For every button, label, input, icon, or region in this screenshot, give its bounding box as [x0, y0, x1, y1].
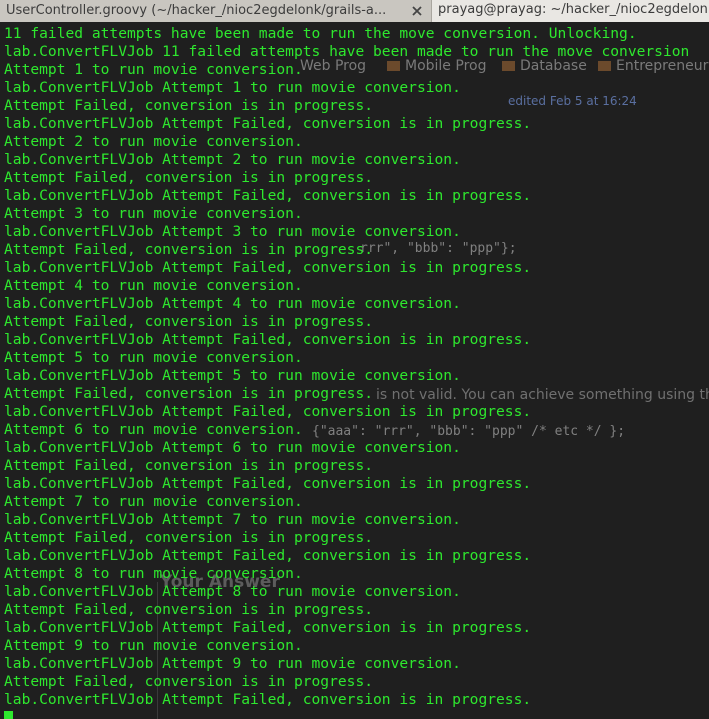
tab-usercontroller[interactable]: UserController.groovy (~/hacker_/nioc2eg…: [0, 0, 432, 22]
terminal-line: lab.ConvertFLVJob Attempt Failed, conver…: [4, 115, 532, 132]
terminal-line: Attempt Failed, conversion is in progres…: [4, 457, 374, 474]
terminal-cursor: [4, 711, 13, 719]
terminal-line: Attempt Failed, conversion is in progres…: [4, 313, 374, 330]
terminal-line: Attempt 8 to run movie conversion.: [4, 565, 303, 582]
terminal-line: Attempt Failed, conversion is in progres…: [4, 241, 374, 258]
terminal-line: lab.ConvertFLVJob Attempt Failed, conver…: [4, 475, 532, 492]
terminal-line: lab.ConvertFLVJob Attempt Failed, conver…: [4, 331, 532, 348]
terminal-line: Attempt Failed, conversion is in progres…: [4, 169, 374, 186]
terminal-line: lab.ConvertFLVJob Attempt 6 to run movie…: [4, 439, 461, 456]
terminal-tab-bar: UserController.groovy (~/hacker_/nioc2eg…: [0, 0, 709, 23]
close-icon[interactable]: [409, 3, 425, 19]
terminal-line: lab.ConvertFLVJob 11 failed attempts hav…: [4, 43, 690, 60]
terminal-view[interactable]: Web Prog Mobile Prog Database Entreprene…: [0, 22, 709, 719]
terminal-line: Attempt Failed, conversion is in progres…: [4, 601, 374, 618]
terminal-line: lab.ConvertFLVJob Attempt 9 to run movie…: [4, 655, 461, 672]
terminal-line: lab.ConvertFLVJob Attempt 5 to run movie…: [4, 367, 461, 384]
terminal-line: Attempt 7 to run movie conversion.: [4, 493, 303, 510]
terminal-line: Attempt 2 to run movie conversion.: [4, 133, 303, 150]
terminal-line: lab.ConvertFLVJob Attempt 1 to run movie…: [4, 79, 461, 96]
terminal-line: Attempt Failed, conversion is in progres…: [4, 529, 374, 546]
terminal-line: lab.ConvertFLVJob Attempt Failed, conver…: [4, 547, 532, 564]
terminal-line: lab.ConvertFLVJob Attempt Failed, conver…: [4, 619, 532, 636]
tab-terminal-prayag[interactable]: prayag@prayag: ~/hacker_/nioc2egdelonk/g…: [432, 0, 709, 22]
terminal-line: lab.ConvertFLVJob Attempt Failed, conver…: [4, 403, 532, 420]
terminal-line: lab.ConvertFLVJob Attempt Failed, conver…: [4, 259, 532, 276]
terminal-line: Attempt Failed, conversion is in progres…: [4, 673, 374, 690]
terminal-line: Attempt Failed, conversion is in progres…: [4, 97, 374, 114]
terminal-line: lab.ConvertFLVJob Attempt 4 to run movie…: [4, 295, 461, 312]
terminal-line: lab.ConvertFLVJob Attempt Failed, conver…: [4, 691, 532, 708]
tab-title: UserController.groovy (~/hacker_/nioc2eg…: [6, 3, 387, 18]
terminal-line: Attempt 1 to run movie conversion.: [4, 61, 303, 78]
terminal-line: 11 failed attempts have been made to run…: [4, 25, 637, 42]
terminal-line: lab.ConvertFLVJob Attempt 2 to run movie…: [4, 151, 461, 168]
terminal-line: Attempt 3 to run movie conversion.: [4, 205, 303, 222]
terminal-line: Attempt Failed, conversion is in progres…: [4, 385, 374, 402]
terminal-line: Attempt 6 to run movie conversion.: [4, 421, 303, 438]
tab-title: prayag@prayag: ~/hacker_/nioc2egdelonk/g…: [438, 2, 709, 17]
terminal-line: lab.ConvertFLVJob Attempt 7 to run movie…: [4, 511, 461, 528]
terminal-line: lab.ConvertFLVJob Attempt 3 to run movie…: [4, 223, 461, 240]
terminal-line: Attempt 4 to run movie conversion.: [4, 277, 303, 294]
terminal-line: Attempt 9 to run movie conversion.: [4, 637, 303, 654]
terminal-line: Attempt 5 to run movie conversion.: [4, 349, 303, 366]
terminal-output: 11 failed attempts have been made to run…: [4, 25, 689, 719]
terminal-line: lab.ConvertFLVJob Attempt 8 to run movie…: [4, 583, 461, 600]
terminal-line: lab.ConvertFLVJob Attempt Failed, conver…: [4, 187, 532, 204]
